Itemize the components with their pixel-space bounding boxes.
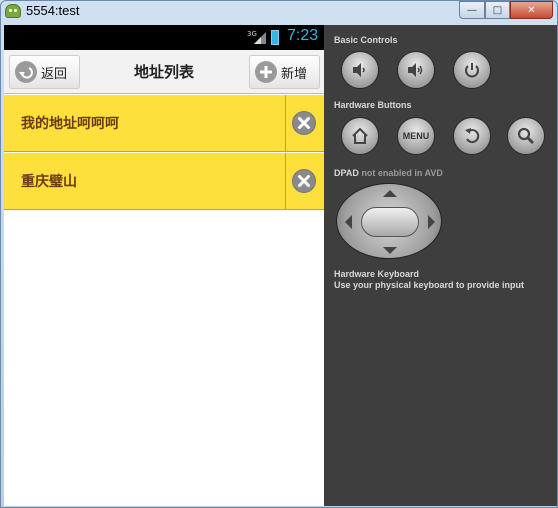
battery-icon — [271, 30, 279, 45]
minimize-icon: — — [467, 4, 477, 16]
status-bar: 3G 7:23 — [4, 25, 324, 50]
volume-up-button[interactable] — [397, 51, 435, 89]
dpad-status: not enabled in AVD — [361, 168, 443, 178]
add-button[interactable]: 新增 — [249, 55, 320, 89]
emulator-window: 5554:test — □ ✕ 3G 7:23 返回 地址列表 新增 我的地址呵… — [0, 0, 558, 508]
keyboard-hint: Use your physical keyboard to provide in… — [334, 280, 525, 290]
menu-label: MENU — [402, 131, 430, 141]
maximize-icon: □ — [492, 4, 503, 16]
close-icon: ✕ — [527, 4, 536, 16]
power-button[interactable] — [453, 51, 491, 89]
home-icon — [352, 127, 368, 144]
window-controls: — □ ✕ — [459, 1, 553, 19]
back-button[interactable]: 返回 — [9, 55, 80, 89]
signal-icon — [254, 32, 266, 44]
keyboard-title: Hardware Keyboard — [334, 269, 420, 279]
status-time: 7:23 — [287, 27, 319, 44]
volume-down-icon — [353, 63, 365, 77]
divider — [285, 153, 286, 209]
maximize-button[interactable]: □ — [485, 1, 510, 19]
phone-screen: 3G 7:23 返回 地址列表 新增 我的地址呵呵呵 重庆璧山 — [4, 25, 324, 506]
search-icon — [517, 127, 535, 145]
dpad-label: DPAD not enabled in AVD — [334, 168, 443, 178]
close-button[interactable]: ✕ — [510, 1, 553, 19]
menu-button[interactable]: MENU — [397, 117, 435, 155]
address-label: 重庆璧山 — [21, 174, 77, 190]
emulator-controls-panel: Basic Controls Hardware Buttons MENU DPA… — [324, 25, 557, 506]
app-header: 返回 地址列表 新增 — [4, 50, 324, 94]
address-label: 我的地址呵呵呵 — [21, 116, 119, 132]
volume-up-icon — [408, 63, 423, 77]
back-label: 返回 — [41, 66, 68, 82]
basic-controls-label: Basic Controls — [334, 35, 398, 45]
window-title: 5554:test — [26, 3, 80, 18]
search-button[interactable] — [507, 117, 545, 155]
power-icon — [465, 63, 479, 78]
back-hw-button[interactable] — [453, 117, 491, 155]
minimize-button[interactable]: — — [459, 1, 485, 19]
plus-icon — [255, 61, 277, 83]
page-title: 地址列表 — [133, 63, 194, 81]
delete-icon[interactable] — [292, 169, 316, 193]
hardware-buttons-label: Hardware Buttons — [334, 100, 412, 110]
title-bar: 5554:test — □ ✕ — [1, 1, 557, 23]
home-button[interactable] — [341, 117, 379, 155]
divider — [285, 95, 286, 151]
dpad[interactable] — [336, 183, 442, 259]
android-icon — [5, 4, 21, 18]
add-label: 新增 — [281, 66, 308, 82]
delete-icon[interactable] — [292, 111, 316, 135]
volume-down-button[interactable] — [341, 51, 379, 89]
list-item[interactable]: 我的地址呵呵呵 — [4, 95, 324, 152]
dpad-title: DPAD — [334, 168, 359, 178]
back-arrow-icon — [15, 61, 37, 83]
list-item[interactable]: 重庆璧山 — [4, 153, 324, 210]
undo-icon — [465, 128, 480, 144]
dpad-center-button[interactable] — [361, 207, 419, 237]
